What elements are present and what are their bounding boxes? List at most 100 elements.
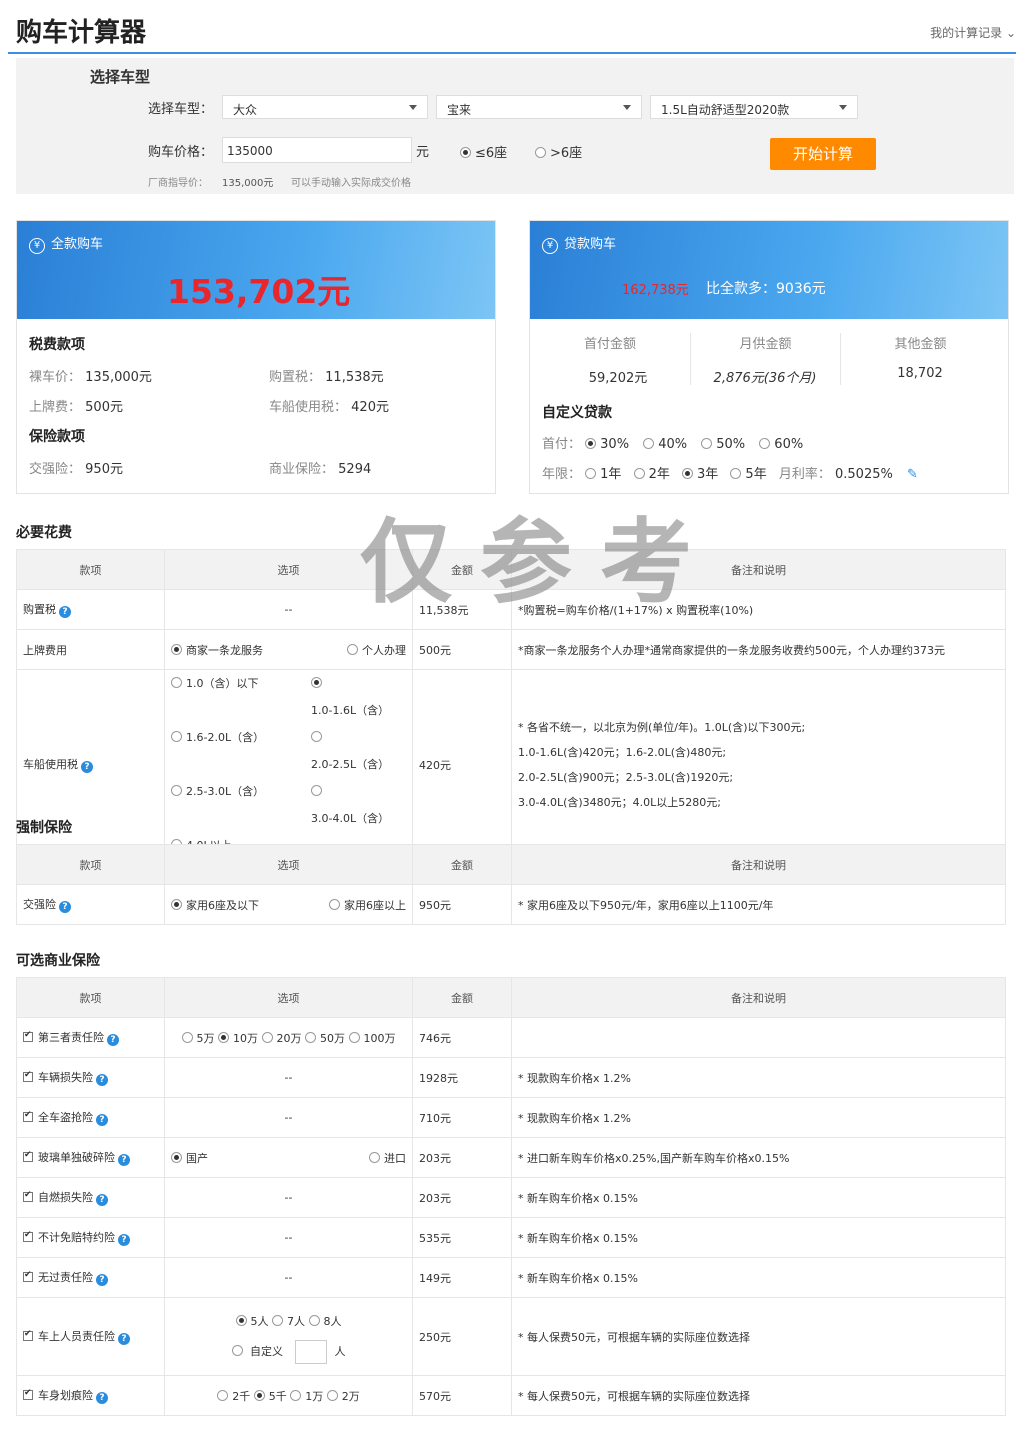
radio-checked-icon[interactable] [311,677,322,688]
radio-icon[interactable] [585,468,597,479]
radio-icon[interactable] [308,1314,320,1326]
row-name: 玻璃单独破碎险 [38,1151,115,1164]
radio-icon[interactable] [217,1389,229,1401]
radio-icon[interactable] [171,731,182,742]
radio-checked-icon[interactable] [218,1031,229,1043]
option-radio[interactable]: 100万 [348,1031,396,1045]
custom-seat-input[interactable] [294,1339,327,1364]
help-icon[interactable]: ? [59,606,71,618]
option-radio[interactable]: 5千 [253,1389,287,1403]
down-opt-40[interactable]: 40% [643,437,687,452]
radio-checked-icon[interactable] [682,468,693,479]
start-calc-button[interactable]: 开始计算 [770,138,876,170]
option-radio[interactable]: 50万 [305,1031,345,1045]
radio-icon[interactable] [272,1314,283,1326]
help-icon[interactable]: ? [96,1114,108,1126]
option-radio[interactable]: 2千 [217,1389,250,1403]
radio-icon[interactable] [701,438,713,449]
checkbox-checked-icon[interactable] [23,1329,33,1341]
term-opt-3[interactable]: 3年 [682,463,718,482]
help-icon[interactable]: ? [96,1074,108,1086]
option-radio[interactable]: 2.0-2.5L（含） [311,724,403,778]
option-radio[interactable]: 7人 [272,1314,305,1328]
checkbox-checked-icon[interactable] [23,1070,33,1082]
radio-icon[interactable] [171,785,182,796]
radio-icon[interactable] [329,898,340,910]
radio-icon[interactable] [305,1031,316,1043]
radio-icon[interactable] [311,731,322,742]
option-radio[interactable]: 国产 [171,1151,208,1165]
radio-icon[interactable] [326,1389,338,1401]
down-opt-50[interactable]: 50% [701,437,745,452]
option-radio[interactable]: 1.0-1.6L（含） [311,670,403,724]
term-opt-5[interactable]: 5年 [730,463,767,482]
radio-icon[interactable] [643,438,655,449]
radio-checked-icon[interactable] [235,1314,247,1326]
checkbox-checked-icon[interactable] [23,1150,33,1162]
checkbox-checked-icon[interactable] [23,1190,33,1202]
radio-checked-icon[interactable] [171,643,182,655]
option-radio[interactable]: 20万 [261,1031,302,1045]
radio-icon[interactable] [759,438,771,449]
option-radio[interactable]: 1万 [290,1389,323,1403]
option-radio[interactable]: 2万 [326,1389,360,1403]
radio-checked-icon[interactable] [253,1389,265,1401]
radio-icon[interactable] [261,1031,273,1043]
radio-checked-icon[interactable] [460,147,471,158]
option-radio[interactable]: 5万 [181,1031,215,1045]
option-radio[interactable]: 3.0-4.0L（含） [311,778,403,832]
radio-icon[interactable] [348,1031,360,1043]
term-opt-2[interactable]: 2年 [633,463,670,482]
option-radio[interactable]: 商家一条龙服务 [171,643,263,657]
radio-checked-icon[interactable] [171,898,182,910]
checkbox-checked-icon[interactable] [23,1230,33,1242]
seat-option-large[interactable]: >6座 [535,142,582,161]
price-input[interactable]: 135000 [222,137,412,163]
radio-icon[interactable] [290,1389,302,1401]
brand-select[interactable]: 大众 [222,95,428,119]
radio-checked-icon[interactable] [585,438,597,449]
radio-icon[interactable] [730,468,742,479]
my-records-link[interactable]: 我的计算记录 ⌄ [930,24,1016,41]
checkbox-checked-icon[interactable] [23,1270,33,1282]
help-icon[interactable]: ? [96,1194,108,1206]
radio-checked-icon[interactable] [171,1151,182,1163]
down-opt-30[interactable]: 30% [585,437,629,452]
radio-icon[interactable] [311,785,322,796]
checkbox-checked-icon[interactable] [23,1110,33,1122]
option-radio[interactable]: 5人 [235,1314,269,1328]
option-radio[interactable]: 家用6座及以下 [171,898,259,912]
seat-option-small[interactable]: ≤6座 [460,142,507,161]
my-records-label[interactable]: 我的计算记录 [930,26,1002,40]
help-icon[interactable]: ? [96,1274,108,1286]
checkbox-checked-icon[interactable] [23,1030,33,1042]
option-radio[interactable]: 个人办理 [347,642,406,658]
radio-icon[interactable] [633,468,645,479]
series-select[interactable]: 宝来 [436,95,642,119]
down-opt-60[interactable]: 60% [759,437,803,452]
option-radio[interactable]: 进口 [369,1150,406,1166]
help-icon[interactable]: ? [118,1333,130,1345]
option-radio[interactable]: 8人 [308,1314,342,1328]
radio-icon[interactable] [231,1344,243,1356]
checkbox-checked-icon[interactable] [23,1388,33,1400]
radio-icon[interactable] [347,643,358,655]
option-radio[interactable]: 2.5-3.0L（含） [171,778,311,832]
option-radio[interactable]: 1.0（含）以下 [171,670,311,724]
trim-select[interactable]: 1.5L自动舒适型2020款 [650,95,858,119]
radio-icon[interactable] [171,677,182,688]
radio-icon[interactable] [181,1031,193,1043]
option-radio[interactable]: 1.6-2.0L（含） [171,724,311,778]
option-radio[interactable]: 家用6座以上 [329,897,406,913]
help-icon[interactable]: ? [81,761,93,773]
radio-icon[interactable] [535,147,546,158]
help-icon[interactable]: ? [59,901,71,913]
help-icon[interactable]: ? [118,1234,130,1246]
help-icon[interactable]: ? [96,1392,108,1404]
help-icon[interactable]: ? [118,1154,130,1166]
term-opt-1[interactable]: 1年 [585,463,621,482]
option-radio[interactable]: 10万 [218,1031,258,1045]
radio-icon[interactable] [369,1151,380,1163]
edit-pencil-icon[interactable]: ✎ [907,467,918,482]
help-icon[interactable]: ? [107,1034,119,1046]
